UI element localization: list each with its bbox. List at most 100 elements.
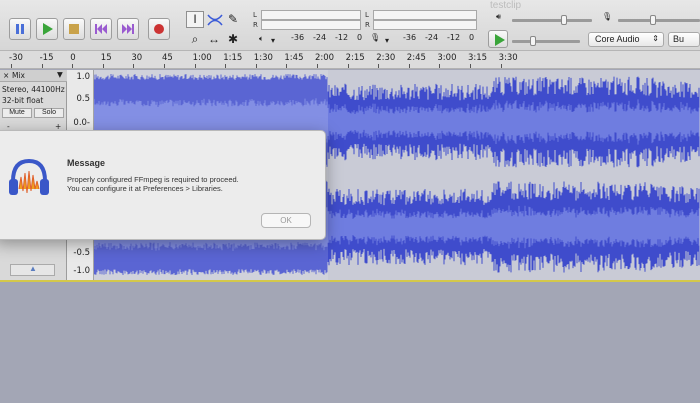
skip-to-start-button[interactable] [90,18,112,40]
collapse-arrow-icon: ▲ [29,264,37,273]
play-at-speed-button[interactable] [488,30,508,48]
ruler-tick [225,64,227,68]
track-menu-arrow-icon[interactable]: ▼ [57,70,63,79]
speaker-icon[interactable]: 🔈︎ [259,34,264,44]
track-close-button[interactable]: × [3,71,9,80]
record-meter-left[interactable] [373,10,477,20]
ruler-label: 3:15 [468,53,488,63]
play-icon [43,23,53,35]
play-speed-knob[interactable] [530,36,536,46]
playback-meter-left[interactable] [261,10,361,20]
skip-to-end-icon [122,24,134,34]
ruler-label: 3:00 [437,53,457,63]
ruler-label: 45 [162,53,173,63]
pencil-icon: ✎ [227,12,239,26]
window-title: testclip [490,0,522,11]
record-tick: -24 [425,33,439,42]
playback-volume-slider[interactable] [512,19,592,22]
ruler-label: 0 [70,53,76,63]
asterisk-icon: ✱ [227,32,239,46]
output-device-value: Bu [673,34,685,44]
ruler-label: -30 [9,53,23,63]
track-format: Stereo, 44100Hz [2,85,65,94]
zoom-tool[interactable]: ⌕ [186,31,204,48]
dialog-title: Message [67,158,106,168]
collapse-track-button[interactable]: ▲ [10,264,55,276]
pause-icon [16,24,24,34]
ruler-tick [408,64,410,68]
playback-tick: -12 [335,33,349,42]
time-shift-tool[interactable]: ↔ [205,31,223,48]
stop-button[interactable] [63,18,85,40]
vscale-label: -0.5 [73,248,90,258]
microphone-icon: 🎙︎ [602,12,613,21]
playback-tick: 0 [357,33,363,42]
vscale-label: 0.0- [73,118,90,128]
meter-left-label: L [253,11,257,19]
double-arrow-icon: ↔ [208,32,220,46]
skip-to-start-icon [95,24,107,34]
track-name[interactable]: Mix [12,71,25,80]
empty-track-area[interactable] [0,282,700,403]
play-speed-slider[interactable] [512,40,580,43]
message-dialog: Message Properly configured FFmpeg is re… [0,130,326,240]
i-beam-icon: I [193,12,197,26]
ruler-tick [133,64,135,68]
ruler-label: 2:00 [315,53,335,63]
audio-host-value: Core Audio [595,34,640,44]
chevron-down-icon[interactable]: ▾ [271,36,275,45]
ruler-tick [194,64,196,68]
ruler-tick [102,64,104,68]
magnifier-icon: ⌕ [191,32,199,46]
dialog-message-line-2: You can configure it at Preferences > Li… [67,184,223,193]
ruler-tick [72,64,74,68]
skip-to-end-button[interactable] [117,18,139,40]
ruler-label: 3:30 [498,53,518,63]
record-volume-knob[interactable] [650,15,656,25]
ruler-label: 2:15 [345,53,365,63]
record-volume-slider[interactable] [618,19,700,22]
pause-button[interactable] [9,18,31,40]
microphone-icon[interactable]: 🎙︎ [370,33,380,42]
timeline-ruler[interactable]: -30 -15 0 15 30 45 1:00 1:15 1:30 1:45 2:00 2:15 2:3… [0,51,700,69]
ok-button[interactable]: OK [261,213,311,228]
ruler-tick [255,64,257,68]
record-button[interactable] [148,18,170,40]
track-bit-depth: 32-bit float [2,96,44,105]
playback-tick: -36 [291,33,305,42]
record-meter-right[interactable] [373,20,477,30]
envelope-icon [207,14,223,26]
stop-icon [69,24,79,34]
chevron-updown-icon: ⇕ [652,34,659,43]
envelope-tool[interactable] [205,11,223,28]
ruler-label: 1:45 [284,53,304,63]
draw-tool[interactable]: ✎ [224,11,242,28]
playback-volume-knob[interactable] [561,15,567,25]
ruler-tick [500,64,502,68]
play-button[interactable] [36,18,58,40]
selection-tool[interactable]: I [186,11,204,28]
output-device-select[interactable]: Bu [668,32,700,47]
playback-meter-right[interactable] [261,20,361,30]
ruler-tick [439,64,441,68]
vscale-label: 0.5 [76,94,90,104]
multi-tool[interactable]: ✱ [224,31,242,48]
ruler-tick [41,64,43,68]
track-header: × Mix ▼ [0,70,67,82]
solo-button[interactable]: Solo [34,108,64,118]
rec-meter-left-label: L [365,11,369,19]
ruler-label: 1:15 [223,53,243,63]
record-icon [154,24,164,34]
play-icon [495,34,505,46]
ruler-label: 2:30 [376,53,396,63]
ruler-tick [11,64,12,68]
ruler-label: -15 [39,53,54,63]
mute-button[interactable]: Mute [2,108,32,118]
ruler-tick [164,64,165,68]
audio-host-select[interactable]: Core Audio ⇕ [588,32,664,47]
playback-tick: -24 [313,33,327,42]
toolbar: testclip I ✎ ⌕ ↔ ✱ L R L R 🔈︎ ▾ -36 -24 … [0,0,700,51]
dialog-message-line-1: Properly configured FFmpeg is required t… [67,175,239,184]
audacity-logo-icon [9,158,49,195]
chevron-down-icon[interactable]: ▾ [385,36,389,45]
